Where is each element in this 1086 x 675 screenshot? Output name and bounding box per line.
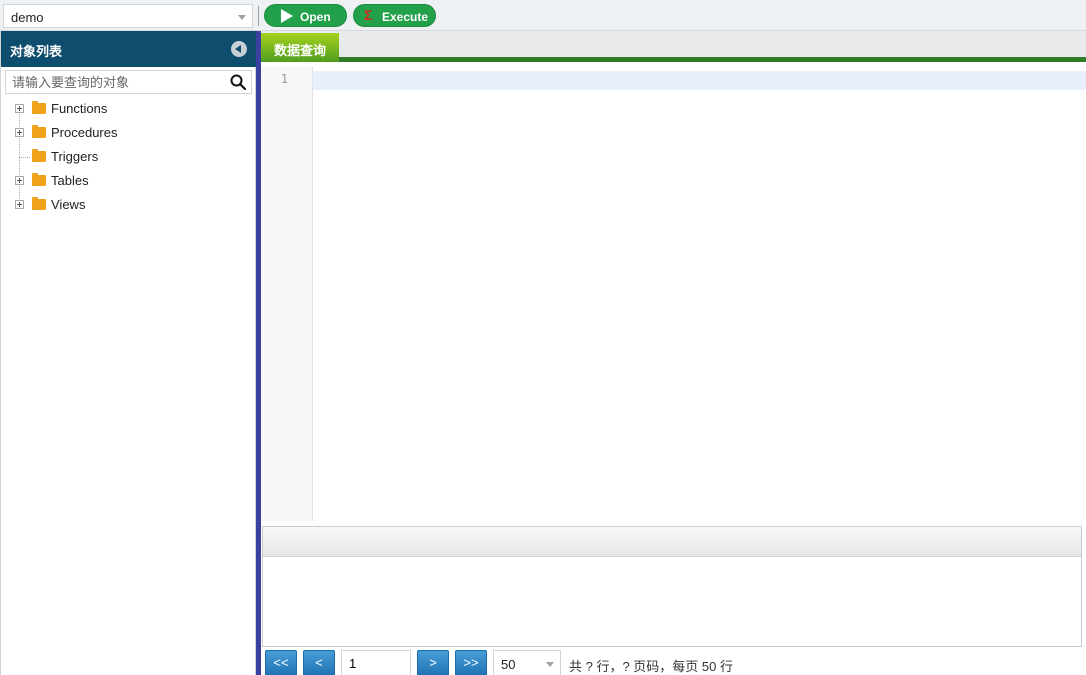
database-select-value: demo bbox=[11, 10, 44, 25]
next-page-button[interactable]: > bbox=[417, 650, 449, 675]
tab-strip: 数据查询 bbox=[261, 31, 1086, 62]
execute-button-label: Execute bbox=[382, 10, 429, 24]
tree-item-functions[interactable]: Functions bbox=[1, 97, 256, 121]
sigma-icon: Σ bbox=[364, 7, 373, 23]
line-number: 1 bbox=[280, 72, 288, 86]
tree-item-label: Views bbox=[51, 197, 86, 212]
expand-icon[interactable] bbox=[15, 104, 24, 113]
expand-icon[interactable] bbox=[15, 200, 24, 209]
last-page-button[interactable]: >> bbox=[455, 650, 487, 675]
main-area: 数据查询 1 << < > >> 50 共 ? 行，? 页码，每页 50 行 bbox=[261, 31, 1086, 675]
play-icon bbox=[281, 9, 293, 23]
open-button-label: Open bbox=[300, 10, 331, 24]
object-search-input[interactable] bbox=[6, 71, 226, 93]
tree-item-label: Tables bbox=[51, 173, 89, 188]
tree-item-label: Procedures bbox=[51, 125, 118, 140]
chevron-down-icon bbox=[546, 662, 554, 667]
tree-item-views[interactable]: Views bbox=[1, 193, 256, 217]
tab-data-query[interactable]: 数据查询 bbox=[261, 33, 339, 62]
page-number-input[interactable] bbox=[341, 650, 411, 675]
collapse-panel-icon[interactable] bbox=[231, 41, 247, 57]
chevron-down-icon bbox=[238, 15, 246, 20]
folder-icon bbox=[32, 101, 46, 114]
tree-item-triggers[interactable]: Triggers bbox=[1, 145, 256, 169]
object-list-header: 对象列表 bbox=[1, 31, 256, 67]
search-icon[interactable] bbox=[230, 74, 246, 90]
sql-editor[interactable]: 1 bbox=[261, 67, 1086, 521]
page-size-select[interactable]: 50 bbox=[493, 650, 561, 675]
open-button[interactable]: Open bbox=[264, 4, 347, 27]
execute-button[interactable]: Σ Execute bbox=[353, 4, 436, 27]
object-tree: Functions Procedures Triggers Tables Vie… bbox=[1, 97, 256, 217]
pagination-info: 共 ? 行，? 页码，每页 50 行 bbox=[569, 659, 733, 674]
folder-icon bbox=[32, 197, 46, 210]
object-list-title: 对象列表 bbox=[10, 44, 63, 59]
tree-item-label: Triggers bbox=[51, 149, 99, 164]
expand-icon[interactable] bbox=[15, 128, 24, 137]
tab-label: 数据查询 bbox=[274, 43, 327, 58]
object-list-panel: 对象列表 Functions Procedures Triggers bbox=[0, 31, 256, 675]
pagination-bar: << < > >> 50 共 ? 行，? 页码，每页 50 行 bbox=[261, 649, 1086, 675]
expand-icon[interactable] bbox=[15, 176, 24, 185]
database-select[interactable]: demo bbox=[3, 4, 253, 28]
folder-icon bbox=[32, 173, 46, 186]
tree-item-procedures[interactable]: Procedures bbox=[1, 121, 256, 145]
folder-icon bbox=[32, 149, 46, 162]
tree-item-tables[interactable]: Tables bbox=[1, 169, 256, 193]
tree-connector bbox=[19, 157, 30, 158]
top-toolbar: demo Open Σ Execute bbox=[0, 0, 1086, 31]
folder-icon bbox=[32, 125, 46, 138]
prev-page-button[interactable]: < bbox=[303, 650, 335, 675]
toolbar-separator bbox=[258, 6, 259, 26]
object-search-box bbox=[5, 70, 252, 94]
first-page-button[interactable]: << bbox=[265, 650, 297, 675]
tree-item-label: Functions bbox=[51, 101, 108, 116]
page-size-value: 50 bbox=[501, 657, 516, 672]
line-number-gutter: 1 bbox=[261, 67, 313, 521]
result-grid bbox=[262, 526, 1082, 647]
result-grid-header bbox=[263, 527, 1081, 557]
active-line-highlight[interactable] bbox=[313, 71, 1086, 90]
